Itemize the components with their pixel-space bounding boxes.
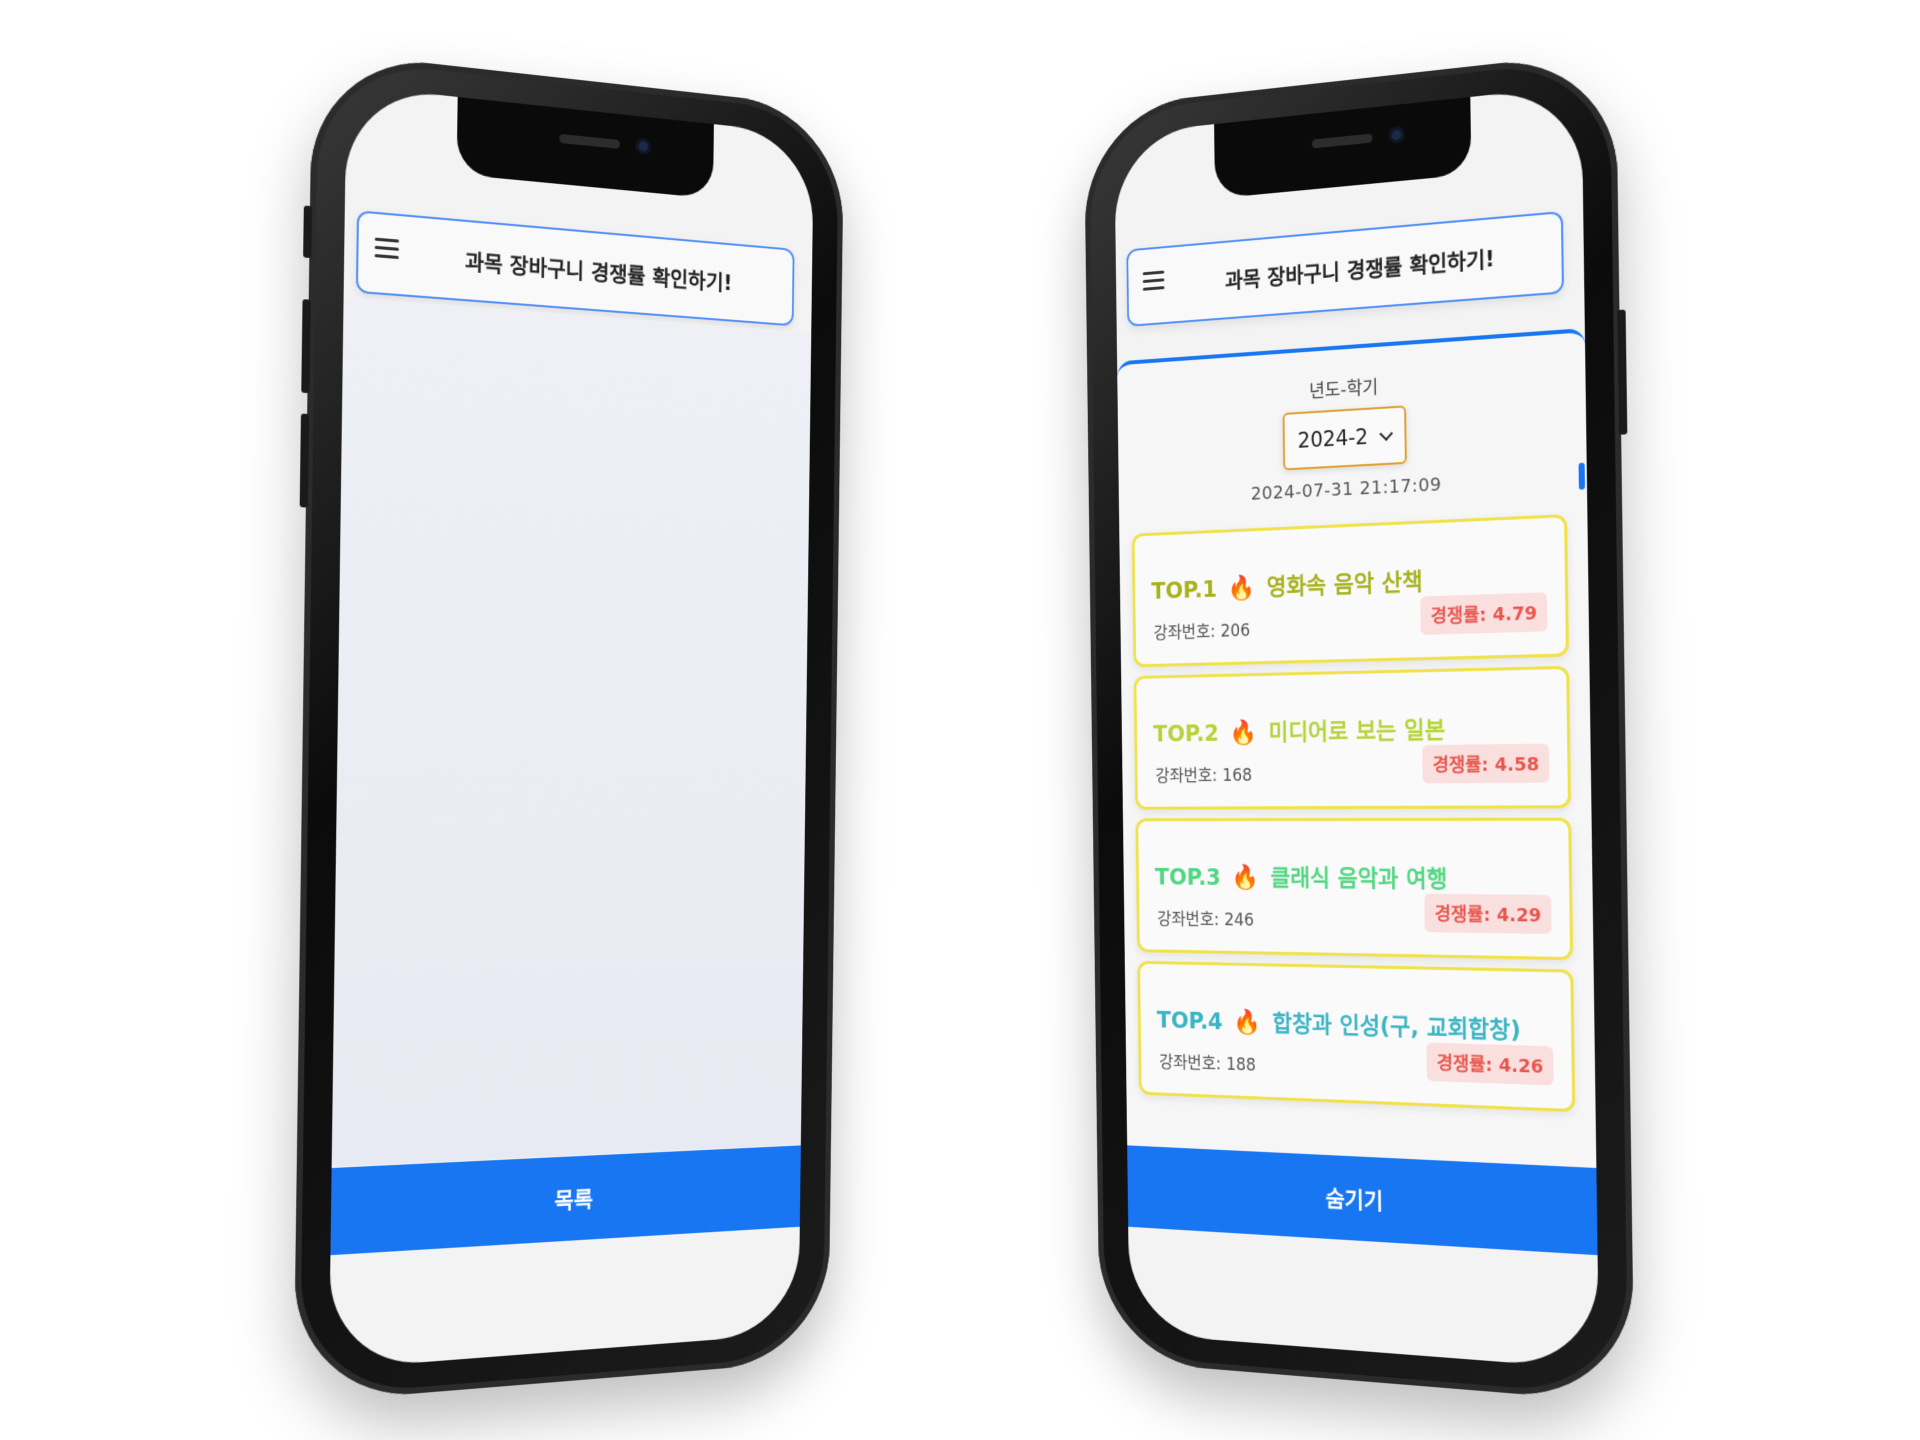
- rank-number: TOP.3: [1154, 864, 1221, 891]
- rank-number: TOP.4: [1156, 1007, 1223, 1036]
- course-name: 미디어로 보는 일본: [1268, 717, 1446, 746]
- left-phone-screen: 과목 장바구니 경쟁률 확인하기! 목록: [328, 85, 814, 1370]
- fire-icon: 🔥: [1233, 1007, 1262, 1037]
- ranking-title: TOP.3 🔥 클래식 음악과 여행: [1155, 858, 1448, 894]
- scene: 과목 장바구니 경쟁률 확인하기! 목록 과목 장바구니 경쟁률 확인하기! 년…: [0, 0, 1920, 1440]
- app-title: 과목 장바구니 경쟁률 확인하기!: [1224, 246, 1495, 293]
- volume-up-button: [301, 299, 311, 394]
- updated-timestamp: 2024-07-31 21:17:09: [1250, 474, 1442, 505]
- competition-rate-badge: 경쟁률: 4.29: [1424, 893, 1552, 935]
- semester-value: 2024-2: [1297, 424, 1369, 453]
- lecture-number: 강좌번호: 206: [1153, 621, 1251, 644]
- rank-number: TOP.1: [1151, 576, 1218, 605]
- semester-select[interactable]: 2024-2: [1282, 405, 1407, 471]
- mute-switch: [303, 205, 313, 259]
- rank-number: TOP.2: [1152, 721, 1220, 748]
- chevron-down-icon: [1379, 426, 1394, 441]
- lecture-number: 강좌번호: 168: [1155, 765, 1253, 787]
- course-name: 클래식 음악과 여행: [1270, 865, 1448, 893]
- ranking-card-3[interactable]: TOP.3 🔥 클래식 음악과 여행 강좌번호: 246 경쟁률: 4.29: [1135, 817, 1574, 961]
- ranking-title: TOP.2 🔥 미디어로 보는 일본: [1153, 710, 1446, 748]
- fire-icon: 🔥: [1229, 718, 1258, 747]
- front-camera: [635, 137, 651, 156]
- semester-label: 년도-학기: [1308, 376, 1379, 403]
- lecture-number: 강좌번호: 188: [1159, 1052, 1257, 1076]
- power-button: [1617, 309, 1628, 435]
- volume-down-button: [299, 413, 310, 508]
- competition-rate-badge: 경쟁률: 4.26: [1426, 1042, 1554, 1086]
- right-phone-screen: 과목 장바구니 경쟁률 확인하기! 년도-학기 2024-2 2024-07-3…: [1114, 85, 1600, 1370]
- notch: [1214, 96, 1472, 199]
- competition-rate-badge: 경쟁률: 4.79: [1420, 592, 1548, 635]
- ranking-panel: 년도-학기 2024-2 2024-07-31 21:17:09 TOP.1 🔥…: [1117, 328, 1597, 1167]
- ranking-card-4[interactable]: TOP.4 🔥 합창과 인성(구, 교회합창) 강좌번호: 188 경쟁률: 4…: [1137, 960, 1576, 1113]
- hamburger-menu-icon[interactable]: [374, 237, 400, 260]
- fire-icon: 🔥: [1227, 573, 1256, 603]
- left-phone-frame: 과목 장바구니 경쟁률 확인하기! 목록: [293, 50, 845, 1404]
- course-name: 합창과 인성(구, 교회합창): [1272, 1010, 1521, 1045]
- notch: [456, 96, 714, 199]
- course-name: 영화속 음악 산책: [1266, 569, 1423, 601]
- ranking-title: TOP.4 🔥 합창과 인성(구, 교회합창): [1157, 1001, 1521, 1045]
- lecture-number: 강좌번호: 246: [1157, 909, 1255, 931]
- app-bar: 과목 장바구니 경쟁률 확인하기!: [1126, 210, 1565, 327]
- hamburger-menu-icon[interactable]: [1142, 270, 1165, 291]
- ranking-card-2[interactable]: TOP.2 🔥 미디어로 보는 일본 강좌번호: 168 경쟁률: 4.58: [1133, 665, 1572, 810]
- fire-icon: 🔥: [1231, 863, 1260, 892]
- ranking-card-1[interactable]: TOP.1 🔥 영화속 음악 산책 강좌번호: 206 경쟁률: 4.79: [1131, 514, 1570, 668]
- ranking-title: TOP.1 🔥 영화속 음악 산책: [1151, 562, 1423, 606]
- right-phone-frame: 과목 장바구니 경쟁률 확인하기! 년도-학기 2024-2 2024-07-3…: [1083, 50, 1635, 1404]
- front-camera: [1388, 126, 1405, 144]
- competition-rate-badge: 경쟁률: 4.58: [1422, 743, 1550, 784]
- speaker: [1311, 133, 1373, 149]
- speaker: [559, 133, 620, 149]
- empty-content-area: [331, 296, 812, 1167]
